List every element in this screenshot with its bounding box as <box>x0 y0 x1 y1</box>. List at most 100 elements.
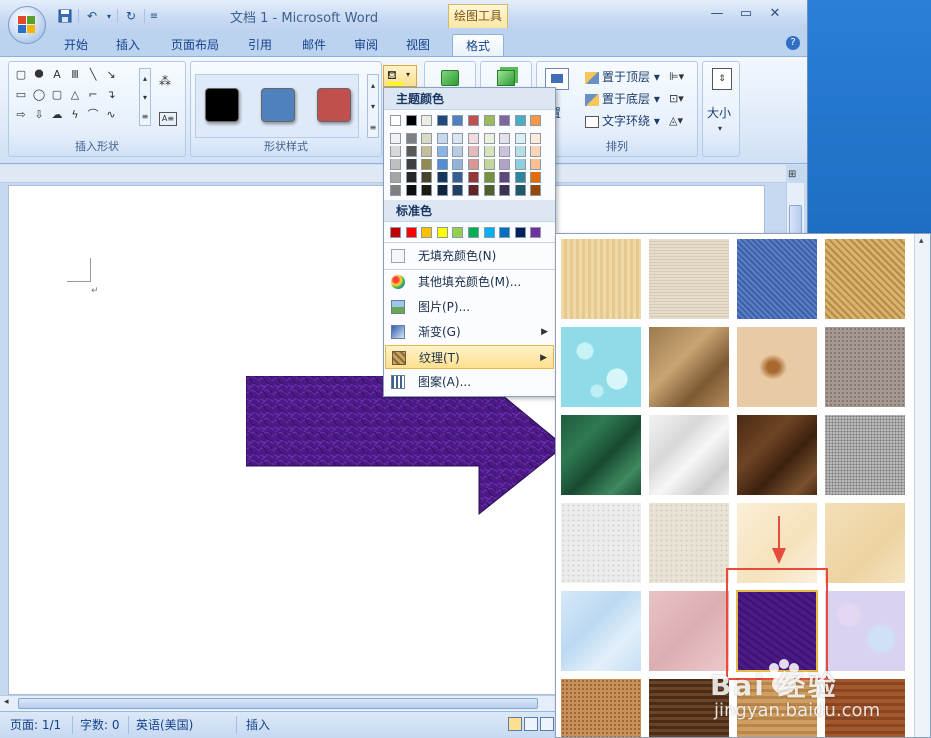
theme-color-swatch[interactable] <box>499 115 511 126</box>
texture-brown-marble[interactable] <box>737 415 817 495</box>
shape-line-icon[interactable]: ╲ <box>85 68 101 82</box>
bring-to-front-button[interactable]: 置于顶层 ▾ <box>585 68 660 86</box>
view-ruler-icon[interactable]: ⊞ <box>788 169 802 181</box>
status-insert-mode[interactable]: 插入 <box>246 717 270 733</box>
right-arrow-shape[interactable] <box>246 376 566 516</box>
theme-color-shade-swatch[interactable] <box>483 133 495 144</box>
shape-elbow-connector-icon[interactable]: ⌐ <box>85 88 101 102</box>
size-icon[interactable]: ⇕ <box>712 68 732 90</box>
theme-color-swatch[interactable] <box>390 115 401 126</box>
menu-item-picture[interactable]: 图片(P)... <box>385 295 554 319</box>
shape-octagon-icon[interactable]: ⯃ <box>31 68 47 82</box>
menu-item-pattern[interactable]: 图案(A)... <box>385 370 554 394</box>
texture-fish-fossil[interactable] <box>737 327 817 407</box>
restore-button[interactable]: ▭ <box>733 4 759 24</box>
shapes-gallery[interactable]: ▢ ⯃ A Ⅲ ╲ ↘ ▭ ◯ ▢ △ ⌐ ↴ ⇨ ⇩ ☁ ϟ ⌒ ∿ <box>13 68 139 128</box>
theme-color-shade-swatch[interactable] <box>514 185 526 196</box>
shape-styles-scroll[interactable]: ▴ ▾ ≡ <box>367 74 379 138</box>
theme-color-shade-swatch[interactable] <box>530 159 542 170</box>
shape-down-arrow-icon[interactable]: ⇩ <box>31 108 47 122</box>
shapes-gallery-scroll[interactable]: ▴ ▾ ≡ <box>139 68 151 126</box>
theme-color-shade-swatch[interactable] <box>405 159 417 170</box>
tab-review[interactable]: 审阅 <box>346 34 386 56</box>
theme-color-shade-swatch[interactable] <box>530 185 542 196</box>
texture-stationery[interactable] <box>825 503 905 583</box>
size-button-label[interactable]: 大小 <box>707 104 731 121</box>
shape-triangle-icon[interactable]: △ <box>67 88 83 102</box>
horizontal-scroll-thumb[interactable] <box>18 698 538 709</box>
redo-icon[interactable]: ↻ <box>122 8 140 24</box>
customize-qat-icon[interactable]: ≡ <box>149 8 159 24</box>
theme-color-swatch[interactable] <box>530 115 542 126</box>
theme-color-shade-swatch[interactable] <box>421 133 433 144</box>
theme-color-shade-swatch[interactable] <box>421 172 433 183</box>
menu-item-more-fill-colors[interactable]: 其他填充颜色(M)... <box>385 270 554 294</box>
theme-color-shade-swatch[interactable] <box>499 185 511 196</box>
tab-references[interactable]: 引用 <box>240 34 280 56</box>
theme-color-shade-swatch[interactable] <box>468 146 479 157</box>
theme-color-shade-swatch[interactable] <box>530 172 542 183</box>
standard-color-swatch[interactable] <box>405 227 417 238</box>
texture-cork[interactable] <box>561 679 641 737</box>
standard-color-swatch[interactable] <box>390 227 401 238</box>
standard-color-swatch[interactable] <box>468 227 479 238</box>
theme-color-shade-swatch[interactable] <box>468 172 479 183</box>
theme-color-shade-swatch[interactable] <box>514 133 526 144</box>
shape-text-box-icon[interactable]: ▢ <box>13 68 29 82</box>
theme-color-shade-swatch[interactable] <box>421 185 433 196</box>
menu-item-no-fill[interactable]: 无填充颜色(N) <box>385 244 554 268</box>
standard-color-swatch[interactable] <box>436 227 448 238</box>
theme-color-shade-swatch[interactable] <box>483 172 495 183</box>
theme-color-shade-swatch[interactable] <box>421 159 433 170</box>
theme-color-shade-swatch[interactable] <box>436 159 448 170</box>
web-layout-view-icon[interactable] <box>540 717 554 731</box>
theme-color-shade-swatch[interactable] <box>468 159 479 170</box>
texture-newsprint[interactable] <box>561 503 641 583</box>
theme-color-shade-swatch[interactable] <box>452 146 464 157</box>
tab-view[interactable]: 视图 <box>398 34 438 56</box>
minimize-button[interactable]: — <box>704 4 730 24</box>
theme-color-shade-swatch[interactable] <box>405 133 417 144</box>
shape-lightning-icon[interactable]: ϟ <box>67 108 83 122</box>
texture-paper-bag[interactable] <box>649 327 729 407</box>
scroll-up-icon[interactable]: ▴ <box>919 236 924 246</box>
text-wrapping-button[interactable]: 文字环绕 ▾ <box>585 112 660 130</box>
theme-color-shade-swatch[interactable] <box>436 172 448 183</box>
standard-color-swatch[interactable] <box>483 227 495 238</box>
send-to-back-button[interactable]: 置于底层 ▾ <box>585 90 660 108</box>
save-icon[interactable] <box>56 8 74 24</box>
theme-color-shade-swatch[interactable] <box>514 159 526 170</box>
draw-text-box-icon[interactable]: A≡ <box>159 112 177 126</box>
texture-water-droplets[interactable] <box>561 327 641 407</box>
theme-color-shade-swatch[interactable] <box>390 159 401 170</box>
undo-icon[interactable]: ↶ <box>83 8 101 24</box>
theme-color-shade-swatch[interactable] <box>483 159 495 170</box>
standard-color-swatch[interactable] <box>421 227 433 238</box>
theme-color-shade-swatch[interactable] <box>452 185 464 196</box>
standard-color-swatch[interactable] <box>499 227 511 238</box>
status-page[interactable]: 页面: 1/1 <box>10 717 61 733</box>
theme-color-shade-swatch[interactable] <box>452 133 464 144</box>
texture-papyrus[interactable] <box>561 239 641 319</box>
texture-woven-mat[interactable] <box>825 239 905 319</box>
theme-color-shade-swatch[interactable] <box>499 146 511 157</box>
scroll-left-icon[interactable]: ◂ <box>4 697 9 707</box>
theme-color-shade-swatch[interactable] <box>405 146 417 157</box>
theme-color-shade-swatch[interactable] <box>468 185 479 196</box>
shape-vertical-text-icon[interactable]: Ⅲ <box>67 68 83 82</box>
tab-insert[interactable]: 插入 <box>108 34 148 56</box>
close-button[interactable]: ✕ <box>762 4 788 24</box>
shape-text-box-a-icon[interactable]: A <box>49 68 65 82</box>
theme-color-swatch[interactable] <box>421 115 433 126</box>
theme-color-shade-swatch[interactable] <box>436 185 448 196</box>
theme-color-shade-swatch[interactable] <box>390 172 401 183</box>
theme-color-swatch[interactable] <box>483 115 495 126</box>
theme-color-shade-swatch[interactable] <box>468 133 479 144</box>
group-objects-icon[interactable]: ⊡▾ <box>669 92 684 105</box>
theme-color-swatch[interactable] <box>436 115 448 126</box>
edit-shape-icon[interactable]: ⁂ <box>159 74 177 88</box>
theme-color-shade-swatch[interactable] <box>405 185 417 196</box>
shape-elbow-arrow-icon[interactable]: ↴ <box>103 88 119 102</box>
texture-sand[interactable] <box>825 327 905 407</box>
standard-color-swatch[interactable] <box>530 227 542 238</box>
